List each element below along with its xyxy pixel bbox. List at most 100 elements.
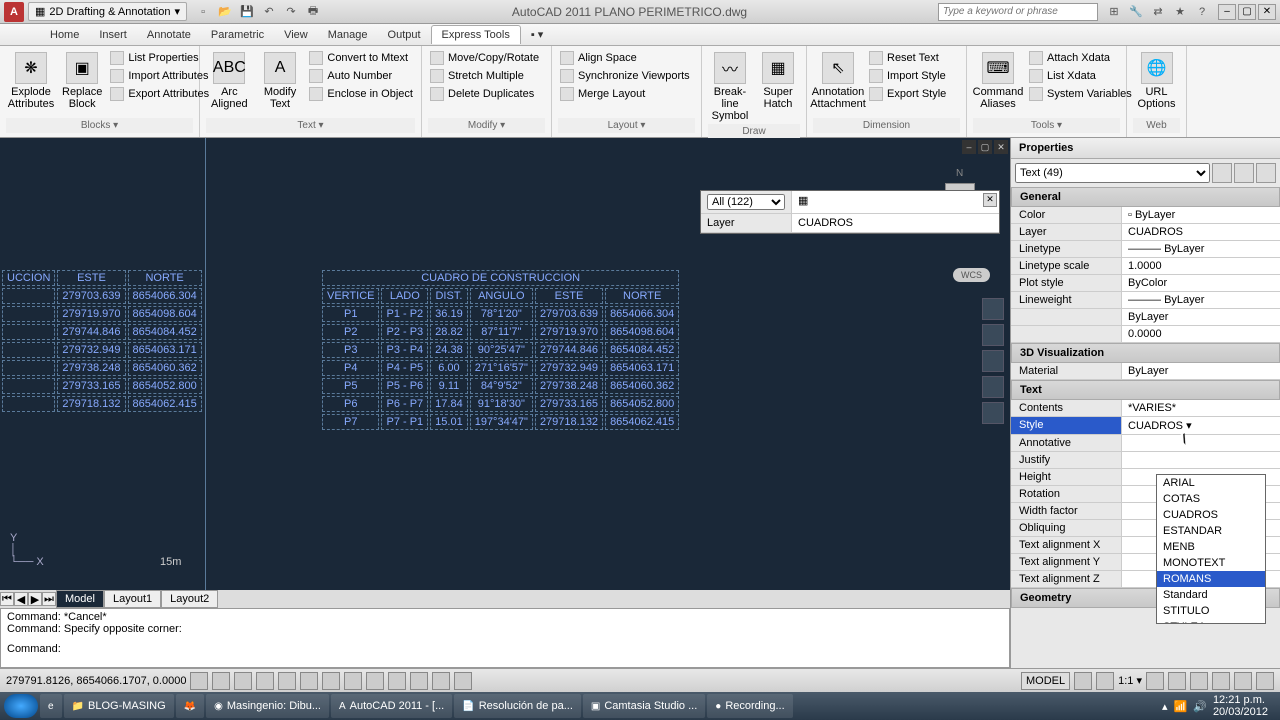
merge-layout-button[interactable]: Merge Layout [558, 86, 692, 102]
osnap-toggle[interactable] [278, 672, 296, 690]
prop-linetype-scale[interactable]: 1.0000 [1121, 258, 1280, 274]
save-icon[interactable]: 💾 [239, 4, 255, 20]
tab-parametric[interactable]: Parametric [201, 26, 274, 44]
prop-plot-style[interactable]: ByColor [1121, 275, 1280, 291]
align-space-button[interactable]: Align Space [558, 50, 692, 66]
grid-toggle[interactable] [212, 672, 230, 690]
tab-view[interactable]: View [274, 26, 318, 44]
tab-home[interactable]: Home [40, 26, 89, 44]
tray-show-hidden-icon[interactable]: ▴ [1162, 700, 1168, 713]
close-button[interactable]: ✕ [1258, 4, 1276, 20]
isolate-objects-icon[interactable] [1234, 672, 1252, 690]
enclose-object-button[interactable]: Enclose in Object [307, 86, 415, 102]
prop-style[interactable]: CUADROS ▾ [1121, 417, 1280, 434]
quickprops-close-button[interactable]: ✕ [983, 193, 997, 207]
sync-viewports-button[interactable]: Synchronize Viewports [558, 68, 692, 84]
system-variables-button[interactable]: System Variables [1027, 86, 1134, 102]
qp-layer-value[interactable]: CUADROS [791, 214, 999, 232]
clean-screen-icon[interactable] [1256, 672, 1274, 690]
prop-color[interactable]: ▫ ByLayer [1121, 207, 1280, 223]
tray-clock[interactable]: 12:21 p.m.20/03/2012 [1213, 694, 1268, 718]
exchange-icon[interactable]: ⇄ [1150, 4, 1166, 20]
prop-linetype[interactable]: ——— ByLayer [1121, 241, 1280, 257]
style-option-style4[interactable]: STYLE4 [1157, 619, 1265, 624]
list-properties-button[interactable]: List Properties [108, 50, 211, 66]
import-attributes-button[interactable]: Import Attributes [108, 68, 211, 84]
style-option-cotas[interactable]: COTAS [1157, 491, 1265, 507]
properties-object-selector[interactable]: Text (49) [1015, 163, 1210, 183]
app-logo[interactable]: A [4, 2, 24, 22]
hardware-accel-icon[interactable] [1212, 672, 1230, 690]
quickview-layouts-icon[interactable] [1074, 672, 1092, 690]
qp-toggle[interactable] [432, 672, 450, 690]
style-option-menb[interactable]: MENB [1157, 539, 1265, 555]
nav-wheel-icon[interactable] [982, 298, 1004, 320]
workspace-selector[interactable]: ▦ 2D Drafting & Annotation ▾ [28, 2, 187, 21]
new-icon[interactable]: ▫ [195, 4, 211, 20]
undo-icon[interactable]: ↶ [261, 4, 277, 20]
list-xdata-button[interactable]: List Xdata [1027, 68, 1134, 84]
prop-hyperlink[interactable]: ByLayer [1121, 309, 1280, 325]
style-option-monotext[interactable]: MONOTEXT [1157, 555, 1265, 571]
doc-minimize-button[interactable]: – [962, 140, 976, 154]
prop-thickness[interactable]: 0.0000 [1121, 326, 1280, 342]
quickview-drawings-icon[interactable] [1096, 672, 1114, 690]
prop-layer[interactable]: CUADROS [1121, 224, 1280, 240]
taskbar-recording[interactable]: ● Recording... [707, 694, 792, 718]
wcs-badge[interactable]: WCS [953, 268, 990, 282]
start-button[interactable] [4, 694, 38, 718]
tab-annotate[interactable]: Annotate [137, 26, 201, 44]
panel-tools[interactable]: Tools ▾ [973, 118, 1120, 133]
search-input[interactable] [938, 3, 1098, 21]
style-option-arial[interactable]: ARIAL [1157, 475, 1265, 491]
attach-xdata-button[interactable]: Attach Xdata [1027, 50, 1134, 66]
delete-duplicates-button[interactable]: Delete Duplicates [428, 86, 541, 102]
maximize-button[interactable]: ▢ [1238, 4, 1256, 20]
open-icon[interactable]: 📂 [217, 4, 233, 20]
tab-layout1[interactable]: Layout1 [104, 590, 161, 608]
infocenter-icon[interactable]: ⊞ [1106, 4, 1122, 20]
minimize-button[interactable]: – [1218, 4, 1236, 20]
tab-model[interactable]: Model [56, 590, 104, 608]
lwt-toggle[interactable] [388, 672, 406, 690]
cat-3d-viz[interactable]: 3D Visualization [1011, 343, 1280, 363]
sc-toggle[interactable] [454, 672, 472, 690]
tab-extra-icon[interactable]: ▪ ▾ [521, 25, 553, 44]
import-style-button[interactable]: Import Style [867, 68, 948, 84]
taskbar-camtasia[interactable]: ▣ Camtasia Studio ... [583, 694, 705, 718]
cat-text[interactable]: Text [1011, 380, 1280, 400]
prop-lineweight[interactable]: ——— ByLayer [1121, 292, 1280, 308]
toolbar-lock-icon[interactable] [1190, 672, 1208, 690]
cmd-prompt[interactable]: Command: [7, 643, 1003, 655]
taskbar-ie[interactable]: e [40, 694, 62, 718]
toggle-pickadd-icon[interactable] [1212, 163, 1232, 183]
key-icon[interactable]: 🔧 [1128, 4, 1144, 20]
prop-annotative[interactable] [1121, 435, 1280, 451]
style-option-cuadros[interactable]: CUADROS [1157, 507, 1265, 523]
prop-contents[interactable]: *VARIES* [1121, 400, 1280, 416]
url-options-button[interactable]: 🌐URL Options [1133, 50, 1180, 118]
tab-manage[interactable]: Manage [318, 26, 378, 44]
style-option-standard[interactable]: Standard [1157, 587, 1265, 603]
panel-text[interactable]: Text ▾ [206, 118, 415, 133]
style-option-romans[interactable]: ROMANS [1157, 571, 1265, 587]
pan-icon[interactable] [982, 324, 1004, 346]
export-attributes-button[interactable]: Export Attributes [108, 86, 211, 102]
reset-text-button[interactable]: Reset Text [867, 50, 948, 66]
star-icon[interactable]: ★ [1172, 4, 1188, 20]
export-style-button[interactable]: Export Style [867, 86, 948, 102]
style-option-stitulo[interactable]: STITULO [1157, 603, 1265, 619]
tab-layout2[interactable]: Layout2 [161, 590, 218, 608]
breakline-button[interactable]: 〰Break-line Symbol [708, 50, 752, 124]
move-copy-rotate-button[interactable]: Move/Copy/Rotate [428, 50, 541, 66]
quick-select-icon[interactable] [1256, 163, 1276, 183]
command-aliases-button[interactable]: ⌨Command Aliases [973, 50, 1023, 118]
ducs-toggle[interactable] [344, 672, 362, 690]
taskbar-firefox[interactable]: 🦊 [176, 694, 204, 718]
tab-next-icon[interactable]: ▶ [28, 592, 42, 606]
tpy-toggle[interactable] [410, 672, 428, 690]
prop-material[interactable]: ByLayer [1121, 363, 1280, 379]
annotation-scale[interactable]: 1:1 ▾ [1118, 674, 1142, 687]
cat-general[interactable]: General [1011, 187, 1280, 207]
tray-volume-icon[interactable]: 🔊 [1193, 700, 1207, 713]
